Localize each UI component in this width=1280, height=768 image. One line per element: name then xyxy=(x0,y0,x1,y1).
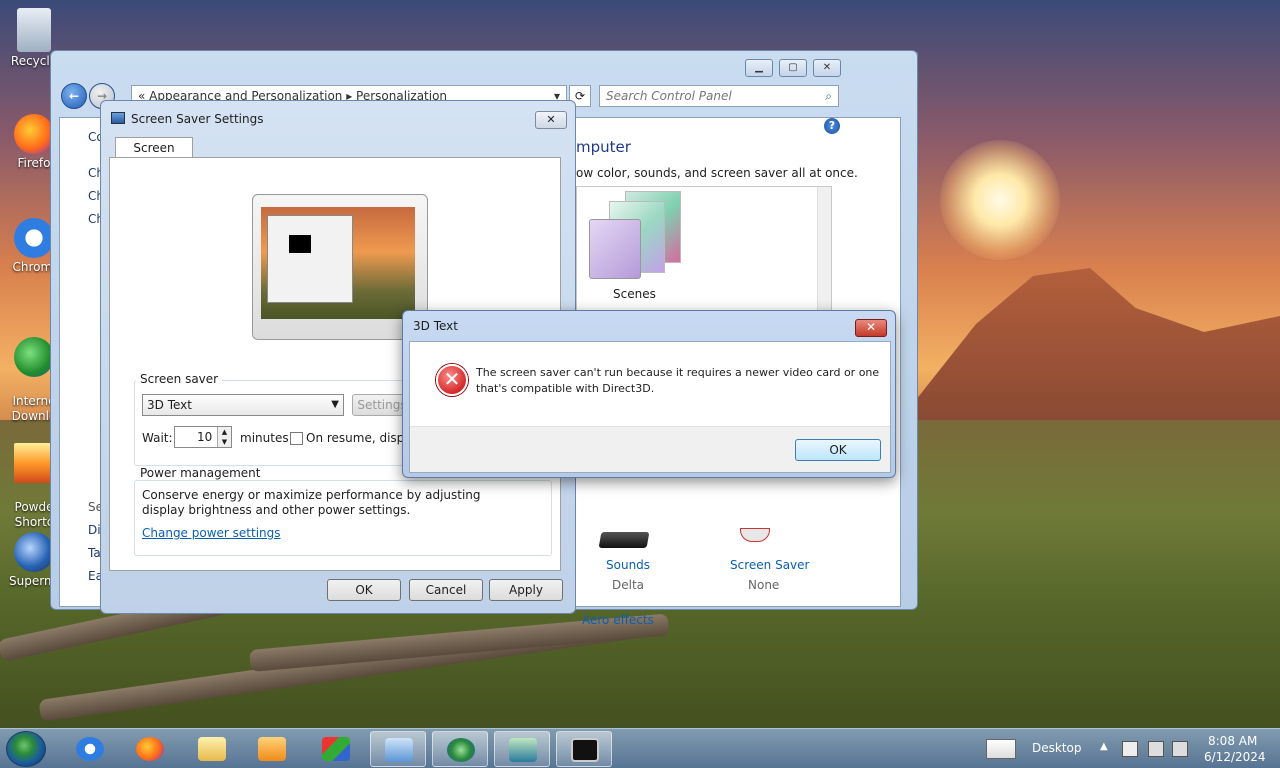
taskbar-explorer[interactable] xyxy=(184,731,240,767)
clock-time[interactable]: 8:08 AM xyxy=(1208,734,1257,748)
network-icon[interactable] xyxy=(1148,741,1164,757)
close-button[interactable]: ✕ xyxy=(535,111,567,129)
scrollbar[interactable] xyxy=(817,187,831,311)
close-button[interactable]: ✕ xyxy=(813,59,841,77)
error-dialog: 3D Text ✕ ✕ The screen saver can't run b… xyxy=(402,310,896,478)
minimize-button[interactable]: ▁ xyxy=(745,59,773,77)
taskbar-app-shapes[interactable] xyxy=(308,731,364,767)
download-manager-icon xyxy=(14,337,54,377)
firefox-icon xyxy=(14,114,54,154)
tablet-input-icon[interactable] xyxy=(986,739,1016,759)
volume-muted-icon[interactable] xyxy=(1172,741,1188,757)
folder-icon xyxy=(198,737,226,761)
sounds-label[interactable]: Sounds xyxy=(606,558,650,572)
wait-value[interactable]: 10 xyxy=(197,430,212,444)
preview-screen xyxy=(261,207,415,319)
chromium-icon xyxy=(76,737,104,761)
wallpaper-sun xyxy=(940,140,1060,260)
sidebar-link[interactable]: Ta xyxy=(88,546,101,560)
desktop-toolbar-label[interactable]: Desktop xyxy=(1032,741,1082,755)
theme-list: Scenes xyxy=(576,186,832,312)
tab-screen-saver[interactable]: Screen Saver xyxy=(115,137,193,175)
sidebar-link[interactable]: Di xyxy=(88,523,101,537)
screen-saver-select[interactable]: 3D Text ▼ xyxy=(142,394,344,416)
control-panel-icon xyxy=(385,738,413,762)
screen-saver-app-icon xyxy=(111,112,125,124)
shapes-app-icon xyxy=(322,737,350,761)
aero-effects-link[interactable]: Aero effects xyxy=(582,613,654,627)
firefox-icon xyxy=(136,737,164,761)
wait-stepper[interactable]: 10 ▲ ▼ xyxy=(174,426,232,448)
minutes-label: minutes xyxy=(240,431,289,445)
search-placeholder: Search Control Panel xyxy=(606,89,732,103)
wallpaper-mountain xyxy=(900,268,1280,420)
page-subtitle: ow color, sounds, and screen saver all a… xyxy=(576,166,858,180)
chevron-down-icon[interactable]: ▼ xyxy=(331,395,339,415)
supermium-icon xyxy=(14,532,54,572)
change-power-settings-link[interactable]: Change power settings xyxy=(142,526,281,540)
taskbar: Desktop ▲ 8:08 AM 6/12/2024 xyxy=(0,728,1280,768)
3d-text-icon xyxy=(571,738,599,762)
recycle-bin-icon xyxy=(17,8,51,52)
error-icon: ✕ xyxy=(436,364,468,396)
ok-button[interactable]: OK xyxy=(327,579,401,601)
selected-screen-saver: 3D Text xyxy=(147,398,192,412)
power-description: Conserve energy or maximize performance … xyxy=(142,488,481,517)
taskbar-personalization[interactable] xyxy=(432,731,488,767)
taskbar-control-panel[interactable] xyxy=(370,731,426,767)
wait-label: Wait: xyxy=(142,431,173,445)
search-icon[interactable]: ⌕ xyxy=(825,86,832,106)
error-dialog-body: ✕ The screen saver can't run because it … xyxy=(409,341,891,473)
theme-label: Scenes xyxy=(613,287,656,301)
apply-button[interactable]: Apply xyxy=(489,579,563,601)
powder-shortcut-icon xyxy=(14,443,54,483)
error-message-line1: The screen saver can't run because it re… xyxy=(476,366,880,379)
action-center-icon[interactable] xyxy=(1122,741,1138,757)
dialog-title: Screen Saver Settings xyxy=(131,112,264,126)
taskbar-chromium[interactable] xyxy=(62,731,118,767)
search-input[interactable]: Search Control Panel ⌕ xyxy=(599,85,839,107)
ok-button[interactable]: OK xyxy=(795,439,881,461)
screen-saver-group-label: Screen saver xyxy=(136,372,223,386)
error-message-line2: that's compatible with Direct3D. xyxy=(476,382,655,395)
page-heading: mputer xyxy=(576,138,631,156)
screen-saver-label[interactable]: Screen Saver xyxy=(730,558,809,572)
error-dialog-title: 3D Text xyxy=(413,319,458,333)
stepper-arrows-icon[interactable]: ▲ ▼ xyxy=(217,427,231,447)
taskbar-3d-text[interactable] xyxy=(556,731,612,767)
screen-saver-icon[interactable] xyxy=(740,528,770,542)
start-button[interactable] xyxy=(6,731,46,767)
sounds-icon[interactable] xyxy=(598,532,650,548)
sounds-value: Delta xyxy=(612,578,645,592)
taskbar-firefox[interactable] xyxy=(122,731,178,767)
back-button[interactable]: ← xyxy=(61,83,87,109)
display-settings-icon xyxy=(509,738,537,762)
clock-date[interactable]: 6/12/2024 xyxy=(1204,750,1266,764)
show-hidden-icons[interactable]: ▲ xyxy=(1100,741,1108,752)
close-button[interactable]: ✕ xyxy=(855,319,887,337)
screen-saver-value: None xyxy=(748,578,780,592)
power-management-label: Power management xyxy=(136,466,265,480)
taskbar-media-player[interactable] xyxy=(244,731,300,767)
taskbar-screen-saver[interactable] xyxy=(494,731,550,767)
windows-orb-icon xyxy=(447,738,475,762)
chromium-icon xyxy=(14,218,54,258)
maximize-button[interactable]: ▢ xyxy=(779,59,807,77)
media-player-icon xyxy=(258,737,286,761)
theme-thumbnail-icon[interactable] xyxy=(589,191,685,279)
on-resume-checkbox[interactable] xyxy=(290,432,303,445)
help-icon[interactable]: ? xyxy=(824,118,840,134)
cancel-button[interactable]: Cancel xyxy=(409,579,483,601)
error-dialog-footer: OK xyxy=(410,426,890,472)
